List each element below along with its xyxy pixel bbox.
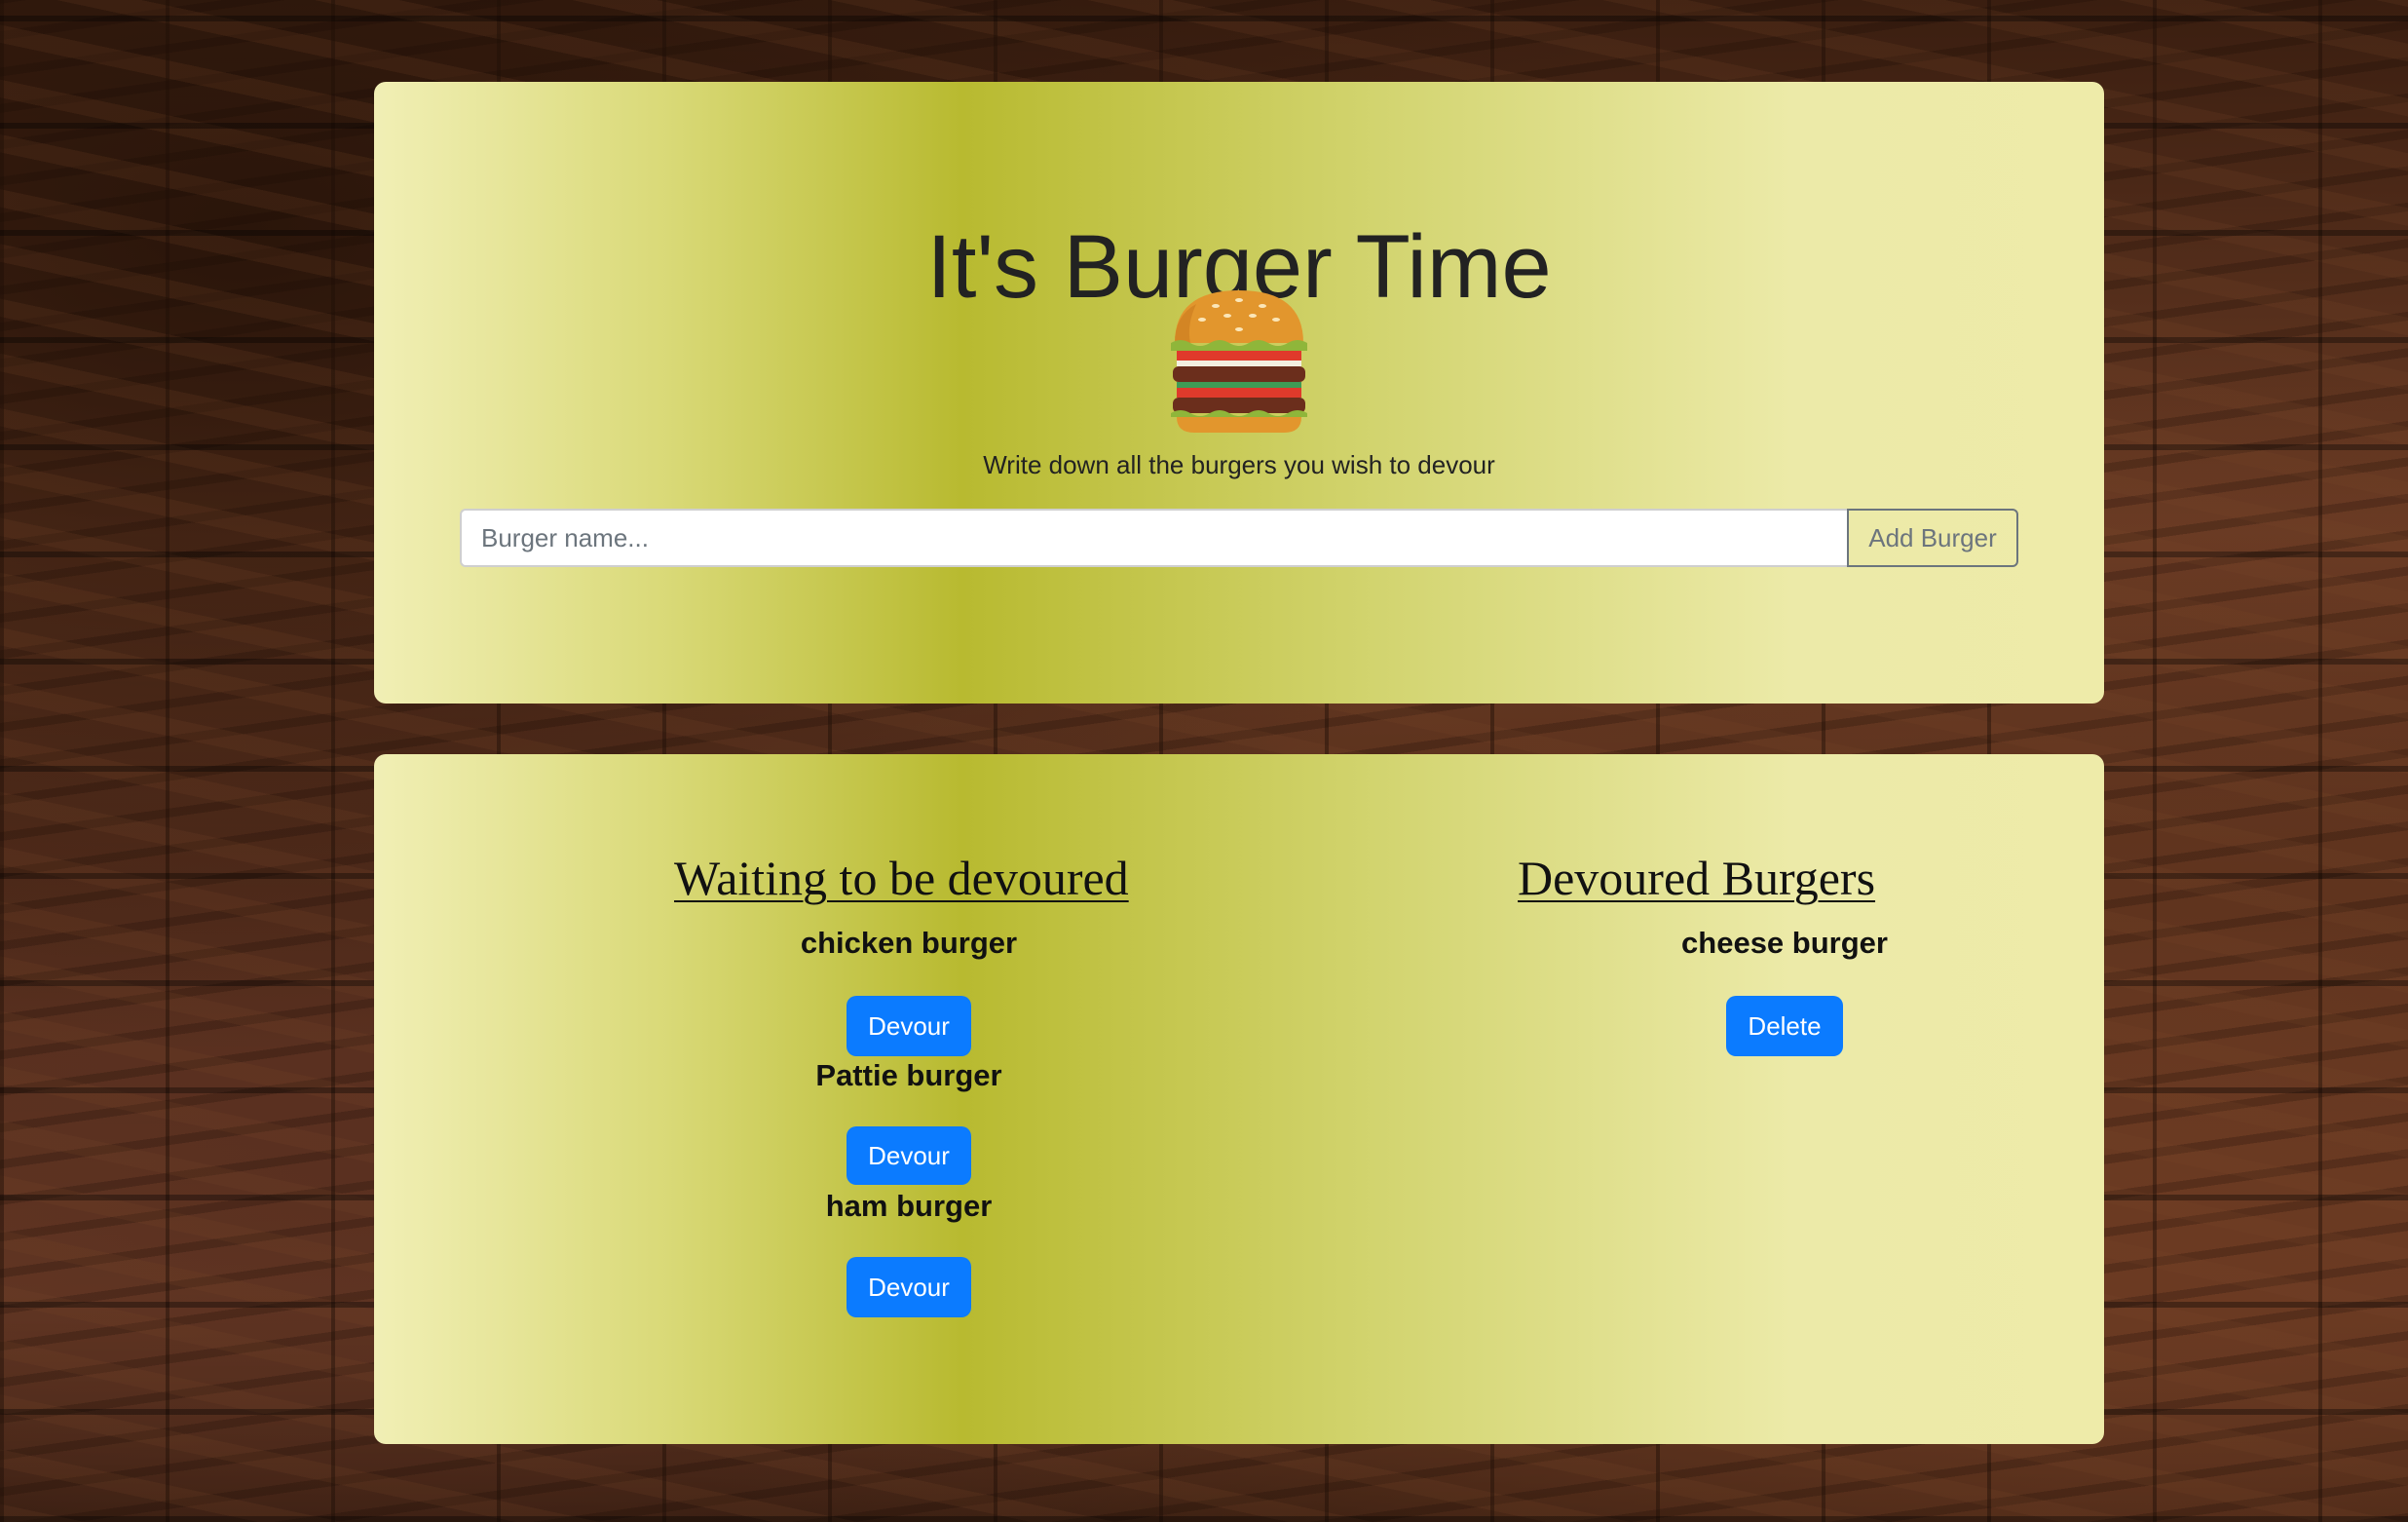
burger-name: chicken burger xyxy=(800,926,1018,960)
burger-name-input[interactable] xyxy=(460,509,1847,567)
list-item: cheese burger Delete xyxy=(1502,924,2067,1056)
add-burger-form: Add Burger xyxy=(460,509,2018,567)
devoured-heading: Devoured Burgers xyxy=(1518,851,1876,905)
list-item: chicken burger Devour xyxy=(631,924,1186,1056)
hamburger-icon xyxy=(1167,286,1311,435)
list-item: ham burger Devour xyxy=(631,1187,1186,1317)
burger-name: Pattie burger xyxy=(815,1058,1002,1092)
list-item: Pattie burger Devour xyxy=(631,1056,1186,1185)
delete-button[interactable]: Delete xyxy=(1726,996,1843,1056)
burger-name: cheese burger xyxy=(1681,926,1888,960)
devour-button[interactable]: Devour xyxy=(847,1126,971,1185)
waiting-heading: Waiting to be devoured xyxy=(674,851,1129,905)
burger-lists-panel: Waiting to be devoured chicken burger De… xyxy=(374,754,2104,1444)
add-burger-button[interactable]: Add Burger xyxy=(1847,509,2018,567)
devour-button[interactable]: Devour xyxy=(847,1257,971,1317)
burger-name: ham burger xyxy=(825,1189,993,1223)
devour-button[interactable]: Devour xyxy=(847,996,971,1056)
header-panel: It's Burger Time Write down all the burg… xyxy=(374,82,2104,704)
subtitle: Write down all the burgers you wish to d… xyxy=(983,450,1495,479)
